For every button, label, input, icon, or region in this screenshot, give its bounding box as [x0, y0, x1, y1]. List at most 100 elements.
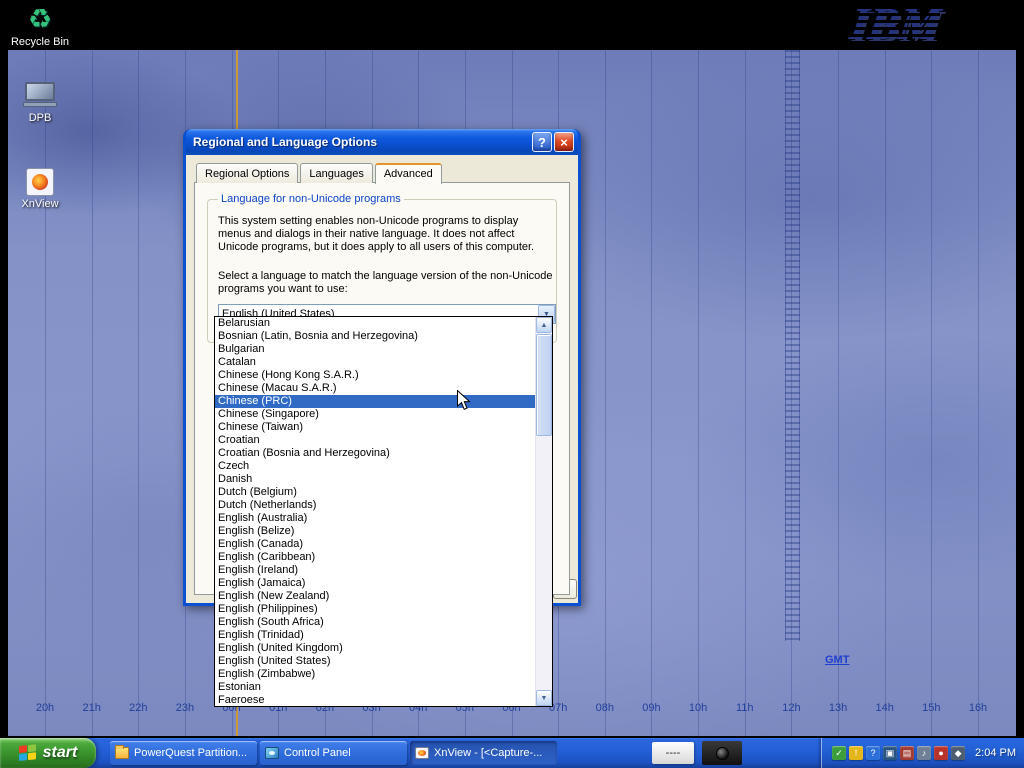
- language-option[interactable]: English (South Africa): [215, 616, 535, 629]
- control-panel-icon: [265, 747, 279, 759]
- dialog-title: Regional and Language Options: [193, 135, 530, 149]
- tab-languages[interactable]: Languages: [300, 163, 372, 183]
- tab-advanced[interactable]: Advanced: [375, 163, 442, 184]
- timezone-meridian-line: [978, 50, 979, 736]
- hour-label: 09h: [642, 702, 660, 714]
- language-option[interactable]: Belarusian: [215, 317, 535, 330]
- taskbar-buttons: PowerQuest Partition... Control Panel XnVi…: [110, 741, 557, 765]
- folder-icon: [115, 747, 129, 759]
- network-connection-icon[interactable]: ▣: [883, 746, 897, 760]
- language-option[interactable]: Chinese (Macau S.A.R.): [215, 382, 535, 395]
- language-option[interactable]: Bosnian (Latin, Bosnia and Herzegovina): [215, 330, 535, 343]
- task-scheduler-icon[interactable]: ◆: [951, 746, 965, 760]
- close-button[interactable]: ×: [554, 132, 574, 152]
- language-option[interactable]: Bulgarian: [215, 343, 535, 356]
- instruction-text: Select a language to match the language …: [218, 270, 558, 296]
- language-option[interactable]: Chinese (Taiwan): [215, 421, 535, 434]
- computer-icon: [23, 82, 57, 110]
- scroll-down-button[interactable]: ▼: [536, 690, 552, 706]
- hour-label: 23h: [176, 702, 194, 714]
- dialog-tabs: Regional OptionsLanguagesAdvanced: [194, 163, 570, 183]
- language-option[interactable]: English (Trinidad): [215, 629, 535, 642]
- dialog-titlebar[interactable]: Regional and Language Options ? ×: [186, 129, 578, 155]
- language-option[interactable]: Croatian: [215, 434, 535, 447]
- help-button[interactable]: ?: [532, 132, 552, 152]
- icon-label: DPB: [4, 112, 76, 124]
- language-option[interactable]: English (Belize): [215, 525, 535, 538]
- hour-label: 13h: [829, 702, 847, 714]
- taskbar-band-dark[interactable]: [702, 741, 742, 765]
- language-option[interactable]: Czech: [215, 460, 535, 473]
- language-option[interactable]: Dutch (Belgium): [215, 486, 535, 499]
- language-option[interactable]: Chinese (PRC): [215, 395, 535, 408]
- xnview-icon: [415, 747, 429, 759]
- desktop-icon-xnview[interactable]: XnView: [4, 168, 76, 210]
- language-option[interactable]: Dutch (Netherlands): [215, 499, 535, 512]
- hour-label: 14h: [876, 702, 894, 714]
- timezone-meridian-line: [931, 50, 932, 736]
- tab-regional-options[interactable]: Regional Options: [196, 163, 298, 183]
- recycle-bin-icon: ♻: [4, 4, 76, 34]
- icon-label: XnView: [4, 198, 76, 210]
- taskbar-button[interactable]: PowerQuest Partition...: [110, 741, 257, 765]
- hour-label: 20h: [36, 702, 54, 714]
- timezone-meridian-line: [885, 50, 886, 736]
- language-option[interactable]: Estonian: [215, 681, 535, 694]
- language-option[interactable]: Catalan: [215, 356, 535, 369]
- language-option[interactable]: English (Jamaica): [215, 577, 535, 590]
- hardware-safely-remove-icon[interactable]: ✓: [832, 746, 846, 760]
- language-option[interactable]: English (Canada): [215, 538, 535, 551]
- display-adapter-icon[interactable]: ▤: [900, 746, 914, 760]
- language-option[interactable]: English (United States): [215, 655, 535, 668]
- start-button[interactable]: start: [0, 738, 96, 768]
- language-option[interactable]: English (New Zealand): [215, 590, 535, 603]
- scroll-thumb[interactable]: [536, 334, 552, 436]
- desktop-icon-recycle-bin[interactable]: ♻ Recycle Bin: [4, 4, 76, 48]
- taskbar-button-label: PowerQuest Partition...: [134, 747, 247, 759]
- hour-label: 22h: [129, 702, 147, 714]
- language-option[interactable]: English (Caribbean): [215, 551, 535, 564]
- ibm-logo-text: IBM: [807, 0, 944, 48]
- hour-label: 15h: [922, 702, 940, 714]
- dropdown-scrollbar[interactable]: ▲ ▼: [535, 317, 552, 706]
- system-tray: ✓!?▣▤♪●◆ 2:04 PM: [821, 738, 1024, 768]
- hour-label: 08h: [596, 702, 614, 714]
- volume-icon[interactable]: ♪: [917, 746, 931, 760]
- language-option[interactable]: English (Australia): [215, 512, 535, 525]
- gmt-meridian-band: [785, 50, 800, 641]
- language-option[interactable]: Danish: [215, 473, 535, 486]
- xnview-app-icon: [26, 168, 54, 196]
- hour-label: 16h: [969, 702, 987, 714]
- timezone-meridian-line: [698, 50, 699, 736]
- start-label: start: [43, 744, 78, 762]
- security-alert-shield-icon[interactable]: !: [849, 746, 863, 760]
- antivirus-status-icon[interactable]: ●: [934, 746, 948, 760]
- band-label: ----: [666, 747, 681, 759]
- windows-update-icon[interactable]: ?: [866, 746, 880, 760]
- language-option[interactable]: English (Ireland): [215, 564, 535, 577]
- hour-label: 10h: [689, 702, 707, 714]
- taskbar-button[interactable]: XnView - [<Capture-...: [410, 741, 557, 765]
- language-option[interactable]: Croatian (Bosnia and Herzegovina): [215, 447, 535, 460]
- taskbar-button-label: XnView - [<Capture-...: [434, 747, 542, 759]
- language-option[interactable]: English (United Kingdom): [215, 642, 535, 655]
- taskbar-clock: 2:04 PM: [975, 747, 1016, 759]
- timezone-meridian-line: [138, 50, 139, 736]
- scroll-up-button[interactable]: ▲: [536, 317, 552, 333]
- taskbar-button[interactable]: Control Panel: [260, 741, 407, 765]
- language-option[interactable]: English (Zimbabwe): [215, 668, 535, 681]
- language-option[interactable]: Faeroese: [215, 694, 535, 707]
- desktop-icon-dpb[interactable]: DPB: [4, 82, 76, 124]
- hour-label: 12h: [782, 702, 800, 714]
- timezone-meridian-line: [791, 50, 792, 736]
- windows-logo-icon: [19, 744, 38, 762]
- tray-icons: ✓!?▣▤♪●◆: [832, 746, 965, 760]
- triangle-down-icon: ▼: [541, 695, 548, 702]
- language-option[interactable]: Chinese (Hong Kong S.A.R.): [215, 369, 535, 382]
- language-option[interactable]: Chinese (Singapore): [215, 408, 535, 421]
- hour-label: 11h: [736, 702, 754, 714]
- language-option[interactable]: English (Philippines): [215, 603, 535, 616]
- icon-label: Recycle Bin: [4, 36, 76, 48]
- timezone-meridian-line: [45, 50, 46, 736]
- taskbar-band-dashes[interactable]: ----: [652, 742, 694, 764]
